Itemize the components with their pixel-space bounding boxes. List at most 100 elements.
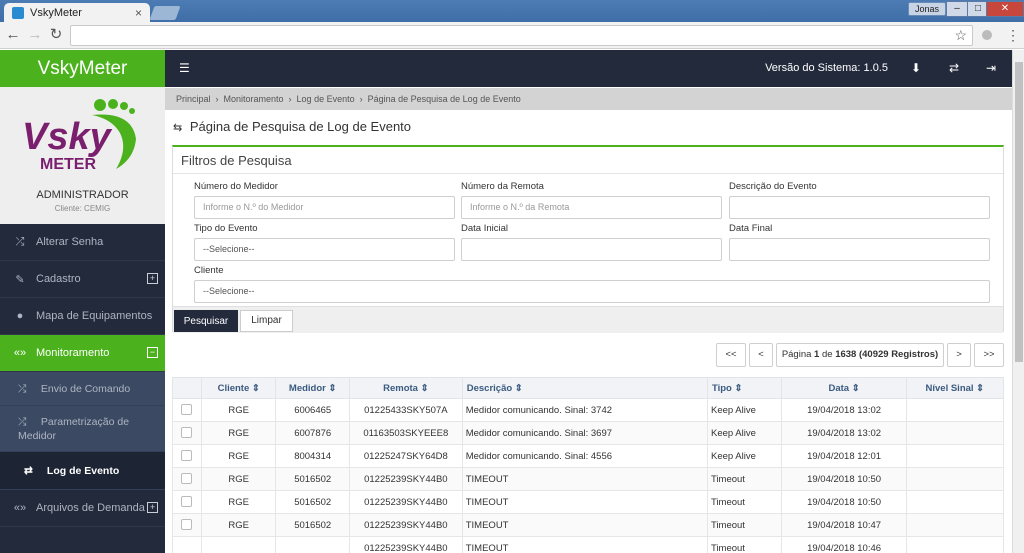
data-final-input[interactable]	[729, 238, 990, 261]
breadcrumb-item[interactable]: Log de Evento	[297, 94, 355, 104]
numero-medidor-input[interactable]: Informe o N.º do Medidor	[194, 196, 455, 219]
row-checkbox[interactable]	[181, 496, 193, 508]
row-select-cell	[172, 421, 202, 445]
window-user-badge[interactable]: Jonas	[908, 2, 947, 16]
cell-cliente: RGE	[200, 444, 277, 468]
cell-nivel	[905, 467, 1005, 491]
table-row[interactable]: RGE 5016502 01225239SKY44B0 TIMEOUT Timeout 1…	[172, 467, 1005, 491]
map-marker-icon: ●	[16, 310, 24, 322]
sidebar-subitem-log-evento[interactable]: ⇄ Log de Evento	[0, 452, 165, 490]
address-bar[interactable]: ☆	[70, 25, 973, 46]
filter-panel-footer: Pesquisar Limpar	[173, 306, 1003, 333]
cliente-select[interactable]: --Selecione--	[194, 280, 990, 303]
row-checkbox[interactable]	[181, 450, 193, 462]
vskymeter-logo: Vsky METER	[22, 99, 136, 173]
sidebar-item-cadastro[interactable]: ✎ Cadastro +	[0, 261, 165, 298]
row-checkbox[interactable]	[181, 519, 193, 531]
data-inicial-input[interactable]	[461, 238, 722, 261]
sidebar-item-monitoramento[interactable]: «» Monitoramento −	[0, 335, 165, 372]
first-page-button[interactable]: <<	[716, 343, 746, 367]
exchange-icon: ⇆	[173, 122, 183, 134]
row-select-cell	[172, 513, 202, 537]
sidebar-item-arquivos-demanda[interactable]: «» Arquivos de Demanda +	[0, 490, 165, 527]
favicon-icon	[12, 7, 24, 19]
switch-icon[interactable]: ⇄	[949, 61, 959, 75]
reload-icon[interactable]: ↻	[47, 26, 65, 44]
back-icon[interactable]: ←	[4, 26, 22, 44]
system-version: Versão do Sistema: 1.0.5	[765, 62, 888, 74]
next-page-button[interactable]: >	[947, 343, 971, 367]
browser-tab[interactable]: VskyMeter ×	[4, 3, 150, 23]
row-checkbox[interactable]	[181, 473, 193, 485]
numero-remota-input[interactable]: Informe o N.º da Remota	[461, 196, 722, 219]
table-row[interactable]: RGE 6007876 01163503SKYEEE8 Medidor comunic…	[172, 421, 1005, 445]
column-header-tipo[interactable]: Tipo ⇕	[706, 377, 783, 399]
cell-data: 19/04/2018 10:47	[781, 513, 907, 537]
row-checkbox[interactable]	[181, 427, 193, 439]
table-row[interactable]: RGE 6006465 01225433SKY507A Medidor comunic…	[172, 398, 1005, 422]
window-close-button[interactable]: ✕	[986, 1, 1024, 17]
sidebar-subitem-parametrizacao[interactable]: ⤮ Parametrização de Medidor	[0, 406, 165, 452]
new-tab-button[interactable]	[149, 6, 181, 20]
page-scrollbar[interactable]	[1012, 50, 1024, 553]
descricao-evento-label: Descrição do Evento	[729, 181, 817, 192]
expand-icon[interactable]: +	[147, 273, 158, 284]
table-row[interactable]: RGE 5016502 01225239SKY44B0 TIMEOUT Timeout 1…	[172, 513, 1005, 537]
extension-icon[interactable]	[982, 30, 992, 40]
cell-data: 19/04/2018 13:02	[781, 398, 907, 422]
sidebar: VskyMeter Vsky METER ADMINISTRADOR Clien…	[0, 50, 165, 553]
collapse-icon[interactable]: −	[147, 347, 158, 358]
column-header-descricao[interactable]: Descrição ⇕	[461, 377, 708, 399]
cell-descricao: Medidor comunicando. Sinal: 3742	[461, 398, 708, 422]
select-column-header	[172, 377, 202, 399]
column-header-remota[interactable]: Remota ⇕	[348, 377, 463, 399]
breadcrumb-separator: ›	[288, 94, 292, 104]
browser-toolbar: ← → ↻ ☆ ⋮	[0, 22, 1024, 49]
column-header-data[interactable]: Data ⇕	[781, 377, 907, 399]
cell-remota: 01163503SKYEEE8	[348, 421, 463, 445]
table-header-row: Cliente ⇕ Medidor ⇕ Remota ⇕ Descrição ⇕…	[172, 377, 1005, 399]
breadcrumb-item[interactable]: Principal	[176, 94, 211, 104]
logout-icon[interactable]: ⇥	[986, 61, 996, 75]
edit-icon: ✎	[15, 273, 25, 286]
column-header-cliente[interactable]: Cliente ⇕	[200, 377, 277, 399]
table-row[interactable]: RGE 5016502 01225239SKY44B0 TIMEOUT Timeout 1…	[172, 490, 1005, 514]
last-page-button[interactable]: >>	[974, 343, 1004, 367]
menu-toggle-icon[interactable]: ☰	[179, 61, 190, 75]
data-inicial-label: Data Inicial	[461, 223, 508, 234]
sidebar-subitem-envio-comando[interactable]: ⤮ Envio de Comando	[0, 372, 165, 406]
table-row[interactable]: 01225239SKY44B0 TIMEOUT Timeout 19/04/2018 …	[172, 536, 1005, 553]
column-header-nivel-sinal[interactable]: Nível Sinal ⇕	[905, 377, 1005, 399]
sidebar-item-mapa-equipamentos[interactable]: ● Mapa de Equipamentos	[0, 298, 165, 335]
scrollbar-thumb[interactable]	[1015, 62, 1023, 362]
window-minimize-button[interactable]: –	[946, 1, 968, 17]
sidebar-item-alterar-senha[interactable]: ⤮ Alterar Senha	[0, 224, 165, 261]
search-button[interactable]: Pesquisar	[174, 310, 238, 332]
table-row[interactable]: RGE 8004314 01225247SKY64D8 Medidor comunic…	[172, 444, 1005, 468]
forward-icon[interactable]: →	[26, 26, 44, 44]
column-header-medidor[interactable]: Medidor ⇕	[275, 377, 350, 399]
breadcrumb-item[interactable]: Monitoramento	[224, 94, 284, 104]
tab-close-icon[interactable]: ×	[135, 6, 142, 20]
cell-tipo: Timeout	[706, 490, 783, 514]
row-select-cell	[172, 490, 202, 514]
code-icon: «»	[13, 347, 27, 359]
cell-tipo: Keep Alive	[706, 421, 783, 445]
breadcrumb-separator: ›	[359, 94, 363, 104]
cell-descricao: TIMEOUT	[461, 536, 708, 553]
bookmark-star-icon[interactable]: ☆	[954, 27, 967, 44]
descricao-evento-input[interactable]	[729, 196, 990, 219]
clear-button[interactable]: Limpar	[240, 310, 293, 332]
tipo-evento-select[interactable]: --Selecione--	[194, 238, 455, 261]
expand-icon[interactable]: +	[147, 502, 158, 513]
brand-title: VskyMeter	[0, 50, 165, 87]
download-icon[interactable]: ⬇	[911, 61, 921, 75]
user-role: ADMINISTRADOR	[36, 189, 129, 201]
event-log-table: Cliente ⇕ Medidor ⇕ Remota ⇕ Descrição ⇕…	[172, 377, 1005, 553]
prev-page-button[interactable]: <	[749, 343, 773, 367]
browser-menu-icon[interactable]: ⋮	[1006, 28, 1020, 42]
row-checkbox[interactable]	[181, 404, 193, 416]
sidebar-subitem-label: Envio de Comando	[40, 383, 131, 395]
table-body: RGE 6006465 01225433SKY507A Medidor comunic…	[172, 398, 1005, 553]
cell-cliente	[200, 536, 277, 553]
